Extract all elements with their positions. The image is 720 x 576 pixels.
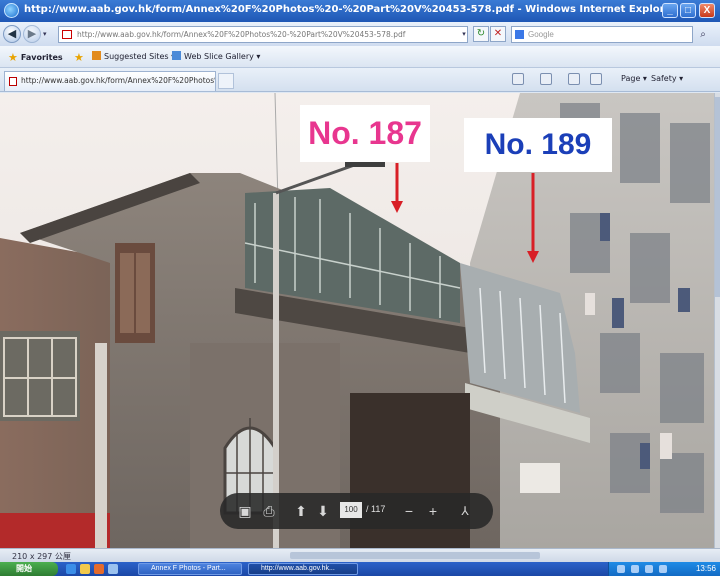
mail-icon[interactable]: [568, 73, 580, 85]
taskbar-item-pdf[interactable]: Annex F Photos - Part...: [138, 563, 242, 575]
tray-network-icon[interactable]: [617, 565, 625, 573]
folder-quicklaunch-icon[interactable]: [80, 564, 90, 574]
horizontal-scrollbar[interactable]: [290, 552, 540, 559]
tray-security-icon[interactable]: [645, 565, 653, 573]
status-bar: 210 x 297 公厘: [0, 548, 720, 562]
media-quicklaunch-icon[interactable]: [94, 564, 104, 574]
new-tab-button[interactable]: [218, 73, 234, 89]
search-button[interactable]: ⌕: [695, 26, 711, 43]
web-slice-icon: [172, 51, 181, 60]
safety-menu[interactable]: Safety ▾: [651, 74, 683, 83]
page-dimensions: 210 x 297 公厘: [12, 552, 71, 561]
tab-pdf-icon: [9, 77, 17, 86]
acrobat-icon[interactable]: ⅄: [456, 502, 474, 520]
browser-window: http://www.aab.gov.hk/form/Annex%20F%20P…: [0, 0, 720, 576]
print-icon[interactable]: ⎙: [260, 502, 278, 520]
tab-label: http://www.aab.gov.hk/form/Annex%20F%20P…: [21, 76, 216, 85]
address-bar[interactable]: http://www.aab.gov.hk/form/Annex%20F%20P…: [58, 26, 468, 43]
suggested-sites-icon: [92, 51, 101, 60]
history-dropdown-icon[interactable]: ▾: [43, 30, 47, 38]
tray-ime-icon[interactable]: [659, 565, 667, 573]
navigation-bar: ◀ ▶ ▾ http://www.aab.gov.hk/form/Annex%2…: [0, 22, 720, 46]
suggested-sites-button[interactable]: Suggested Sites ▾: [92, 51, 175, 61]
feeds-icon[interactable]: [540, 73, 552, 85]
windows-taskbar: 開始 Annex F Photos - Part... http://www.a…: [0, 562, 720, 576]
zoom-out-icon[interactable]: −: [400, 502, 418, 520]
refresh-button[interactable]: ↻: [473, 26, 489, 42]
page-total: / 117: [366, 504, 386, 514]
page-number-input[interactable]: 100: [340, 502, 362, 518]
page-menu[interactable]: Page ▾: [621, 74, 647, 83]
start-button[interactable]: 開始: [0, 562, 58, 576]
system-tray: 13:56: [608, 562, 720, 576]
forward-button[interactable]: ▶: [23, 25, 41, 43]
back-button[interactable]: ◀: [3, 25, 21, 43]
suggested-sites-label: Suggested Sites ▾: [104, 52, 176, 61]
vertical-scrollbar[interactable]: [714, 93, 720, 548]
page-up-icon[interactable]: ⬆: [292, 502, 310, 520]
favorites-bar: ★ Favorites ★ Suggested Sites ▾ Web Slice…: [0, 46, 720, 68]
building-label-189: No. 189: [464, 118, 612, 172]
internet-explorer-icon: [4, 3, 19, 18]
pdf-floating-toolbar: ▣ ⎙ ⬆ ⬇ 100 / 117 − + ⅄: [220, 493, 493, 529]
print-icon[interactable]: [590, 73, 602, 85]
minimize-button[interactable]: _: [662, 3, 678, 18]
zoom-in-icon[interactable]: +: [424, 502, 442, 520]
google-icon: [515, 30, 524, 39]
add-favorite-icon[interactable]: ★: [74, 51, 87, 64]
search-input[interactable]: Google: [511, 26, 693, 43]
building-label-187: No. 187: [300, 105, 430, 162]
favorites-star-icon: ★: [8, 51, 18, 64]
favorites-label: Favorites: [20, 53, 63, 62]
title-bar: http://www.aab.gov.hk/form/Annex%20F%20P…: [0, 0, 720, 22]
tab-current[interactable]: http://www.aab.gov.hk/form/Annex%20F%20P…: [4, 71, 216, 91]
home-icon[interactable]: [512, 73, 524, 85]
favorites-button[interactable]: ★ Favorites: [8, 51, 63, 64]
web-slice-gallery-button[interactable]: Web Slice Gallery ▾: [172, 51, 260, 61]
page-down-icon[interactable]: ⬇: [314, 502, 332, 520]
maximize-button[interactable]: □: [680, 3, 696, 18]
scroll-thumb[interactable]: [715, 97, 720, 297]
clock: 13:56: [695, 564, 716, 573]
tab-bar: http://www.aab.gov.hk/form/Annex%20F%20P…: [0, 68, 720, 92]
tray-volume-icon[interactable]: [631, 565, 639, 573]
address-text: http://www.aab.gov.hk/form/Annex%20F%20P…: [77, 30, 406, 39]
taskbar-item-browser[interactable]: http://www.aab.gov.hk...: [248, 563, 358, 575]
window-title: http://www.aab.gov.hk/form/Annex%20F%20P…: [24, 4, 677, 15]
ie-quicklaunch-icon[interactable]: [66, 564, 76, 574]
close-button[interactable]: X: [699, 3, 715, 18]
pdf-page-icon: [62, 30, 72, 39]
search-placeholder: Google: [528, 30, 554, 39]
save-icon[interactable]: ▣: [236, 502, 254, 520]
desktop-quicklaunch-icon[interactable]: [108, 564, 118, 574]
stop-button[interactable]: ✕: [490, 26, 506, 42]
address-dropdown-icon[interactable]: ▾: [459, 26, 469, 43]
web-slice-label: Web Slice Gallery ▾: [184, 52, 261, 61]
